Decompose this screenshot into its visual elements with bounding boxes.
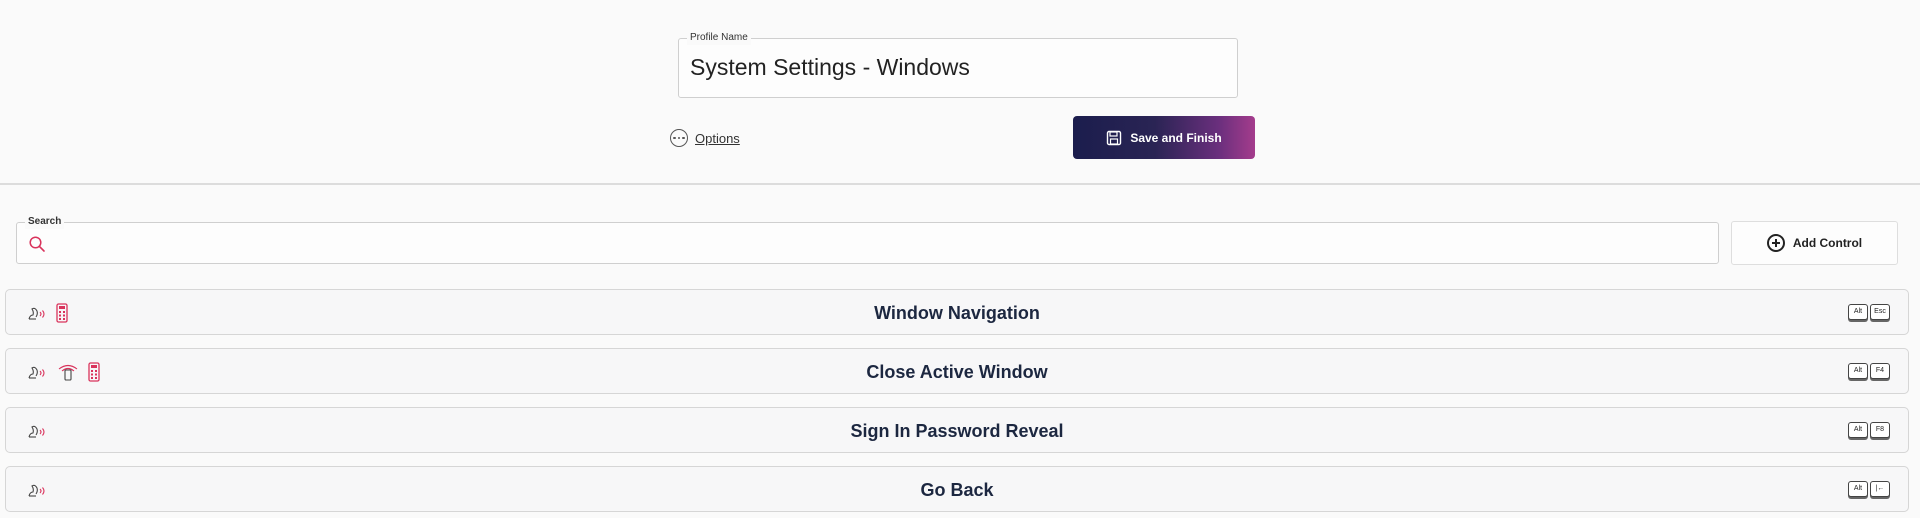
options-label: Options — [695, 130, 740, 146]
shortcut-key: Alt — [1848, 363, 1868, 379]
shortcut-keys: Alt Esc — [1848, 304, 1890, 320]
shortcut-key: |← — [1870, 481, 1890, 497]
control-row-title: Close Active Window — [866, 362, 1048, 382]
shortcut-key: Alt — [1848, 304, 1868, 320]
save-icon — [1106, 130, 1122, 146]
shortcut-keys: Alt F4 — [1848, 363, 1890, 379]
shortcut-key: Alt — [1848, 422, 1868, 438]
add-circle-icon — [1766, 234, 1785, 252]
shortcut-key: F4 — [1870, 363, 1890, 379]
search-label: Search — [25, 215, 65, 229]
search-icon — [28, 235, 46, 253]
shortcut-keys: Alt |← — [1848, 481, 1890, 497]
more-options-icon — [670, 129, 688, 147]
add-control-label: Add Control — [1792, 236, 1863, 250]
shortcut-keys: Alt F8 — [1848, 422, 1890, 438]
control-row-close-active-window[interactable]: Close Active Window Alt F4 — [5, 348, 1909, 394]
control-row-go-back[interactable]: Go Back Alt |← — [5, 466, 1909, 512]
save-and-finish-button[interactable]: Save and Finish — [1073, 116, 1255, 159]
shortcut-key: F8 — [1870, 422, 1890, 438]
control-row-window-navigation[interactable]: Window Navigation Alt Esc — [5, 289, 1909, 335]
control-row-title: Go Back — [920, 480, 994, 500]
save-and-finish-label: Save and Finish — [1130, 130, 1222, 145]
search-input[interactable] — [55, 231, 1695, 257]
profile-name-label: Profile Name — [687, 31, 751, 45]
add-control-button[interactable]: Add Control — [1731, 221, 1898, 265]
profile-name-field[interactable]: Profile Name System Settings - Windows — [678, 31, 1238, 98]
control-row-title: Window Navigation — [874, 303, 1040, 323]
profile-header: Profile Name System Settings - Windows O… — [0, 0, 1920, 185]
control-row-title: Sign In Password Reveal — [850, 421, 1064, 441]
profile-name-value[interactable]: System Settings - Windows — [690, 54, 970, 81]
shortcut-key: Alt — [1848, 481, 1868, 497]
shortcut-key: Esc — [1870, 304, 1890, 320]
search-field[interactable]: Search — [16, 215, 1719, 264]
control-row-sign-in-password-reveal[interactable]: Sign In Password Reveal Alt F8 — [5, 407, 1909, 453]
options-link[interactable]: Options — [670, 128, 740, 148]
